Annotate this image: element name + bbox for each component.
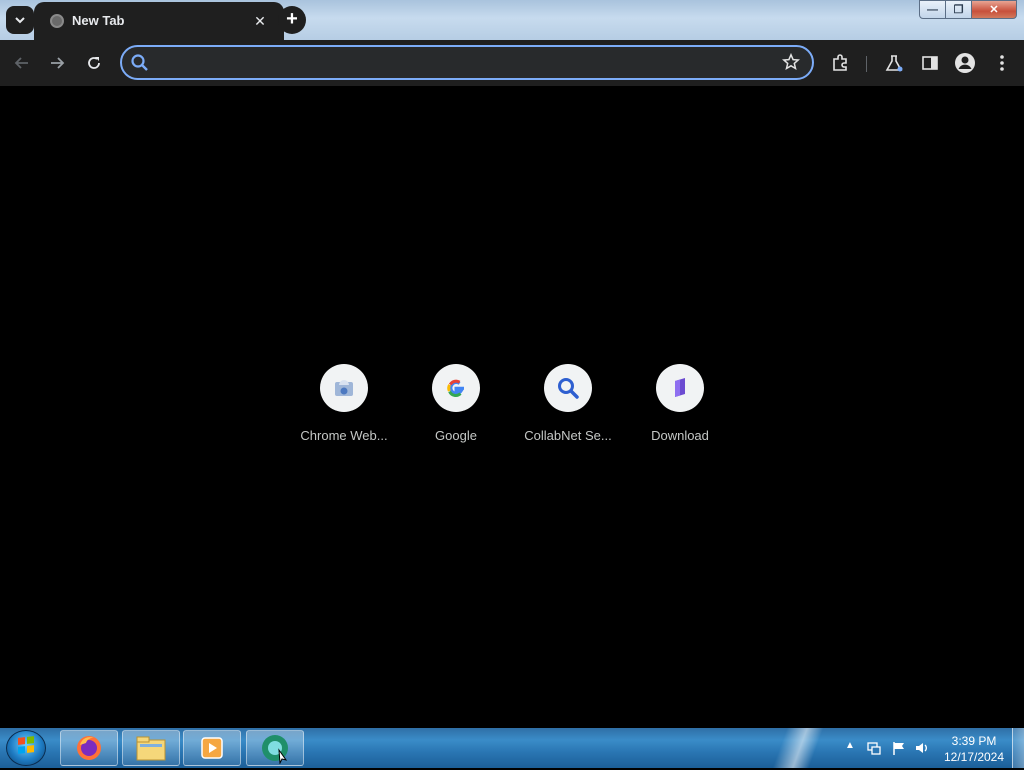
- profile-icon: [955, 53, 975, 73]
- network-icon[interactable]: [866, 740, 882, 756]
- side-panel-button[interactable]: [918, 51, 942, 75]
- windows-taskbar: ▲ 3:39 PM 12/17/2024: [0, 728, 1024, 768]
- address-bar[interactable]: [120, 45, 814, 80]
- new-tab-button[interactable]: +: [278, 6, 306, 34]
- labs-button[interactable]: [882, 51, 906, 75]
- taskbar-glow: [740, 728, 860, 768]
- google-g-icon: [432, 364, 480, 412]
- close-icon: ✕: [989, 4, 999, 16]
- browser-app-icon: [262, 735, 288, 764]
- side-panel-icon: [922, 56, 938, 70]
- restore-icon: ❐: [953, 4, 964, 16]
- clock-date: 12/17/2024: [943, 750, 1005, 764]
- address-input[interactable]: [156, 53, 776, 73]
- windows-logo-icon: [18, 736, 34, 754]
- file-explorer-icon: [136, 736, 166, 761]
- shortcut-label: Chrome Web...: [300, 428, 388, 443]
- download-icon: [656, 364, 704, 412]
- back-arrow-icon: [14, 57, 28, 69]
- reload-icon: [88, 57, 100, 69]
- extensions-button[interactable]: [828, 51, 852, 75]
- clock-time: 3:39 PM: [951, 734, 997, 748]
- browser-toolbar: [0, 40, 1024, 86]
- shortcut-label: Download: [651, 428, 709, 443]
- shortcut-label: Google: [435, 428, 477, 443]
- show-hidden-icons-icon[interactable]: ▲: [845, 740, 855, 751]
- taskbar-firefox[interactable]: [60, 730, 118, 766]
- shortcut-download[interactable]: Download: [632, 364, 728, 454]
- search-icon: [131, 54, 148, 71]
- more-menu-button[interactable]: [990, 51, 1014, 75]
- minimize-button[interactable]: —: [919, 0, 946, 19]
- close-tab-icon[interactable]: ✕: [250, 11, 270, 31]
- new-tab-page: Chrome Web... Google CollabNet Se... Dow…: [0, 86, 1024, 728]
- bookmark-star-icon[interactable]: [780, 51, 802, 73]
- tab-new-tab[interactable]: New Tab ✕: [34, 2, 284, 40]
- media-player-icon: [201, 737, 223, 759]
- forward-arrow-icon: [51, 57, 65, 69]
- reload-button[interactable]: [82, 51, 106, 75]
- action-center-flag-icon[interactable]: [891, 740, 907, 756]
- toolbar-divider: [866, 56, 867, 72]
- shortcut-google[interactable]: Google: [408, 364, 504, 454]
- taskbar-file-explorer[interactable]: [122, 730, 180, 766]
- taskbar-media-player[interactable]: [183, 730, 241, 766]
- maximize-button[interactable]: ❐: [945, 0, 972, 19]
- shortcut-chrome-web-store[interactable]: Chrome Web...: [296, 364, 392, 454]
- collabnet-search-icon: [544, 364, 592, 412]
- shortcut-collabnet-search[interactable]: CollabNet Se...: [520, 364, 616, 454]
- close-window-button[interactable]: ✕: [971, 0, 1017, 19]
- system-clock[interactable]: 3:39 PM 12/17/2024: [938, 733, 1010, 765]
- taskbar-browser[interactable]: [246, 730, 304, 766]
- profile-button[interactable]: [953, 51, 977, 75]
- labs-flask-icon: [885, 55, 903, 72]
- globe-icon: [50, 14, 64, 28]
- extensions-icon: [833, 54, 847, 71]
- firefox-icon: [77, 736, 101, 760]
- volume-icon[interactable]: [914, 740, 930, 756]
- shortcut-label: CollabNet Se...: [524, 428, 612, 443]
- tab-search-button[interactable]: [6, 6, 34, 34]
- start-button[interactable]: [6, 730, 46, 766]
- window-title-bar: New Tab ✕ + — ❐ ✕: [0, 0, 1024, 40]
- show-desktop-button[interactable]: [1012, 728, 1024, 768]
- back-button[interactable]: [10, 51, 34, 75]
- minimize-icon: —: [927, 3, 938, 16]
- chevron-down-icon: [15, 17, 25, 24]
- more-vertical-icon: [1000, 55, 1004, 71]
- tab-title: New Tab: [72, 13, 125, 28]
- chrome-web-store-icon: [320, 364, 368, 412]
- forward-button[interactable]: [45, 51, 69, 75]
